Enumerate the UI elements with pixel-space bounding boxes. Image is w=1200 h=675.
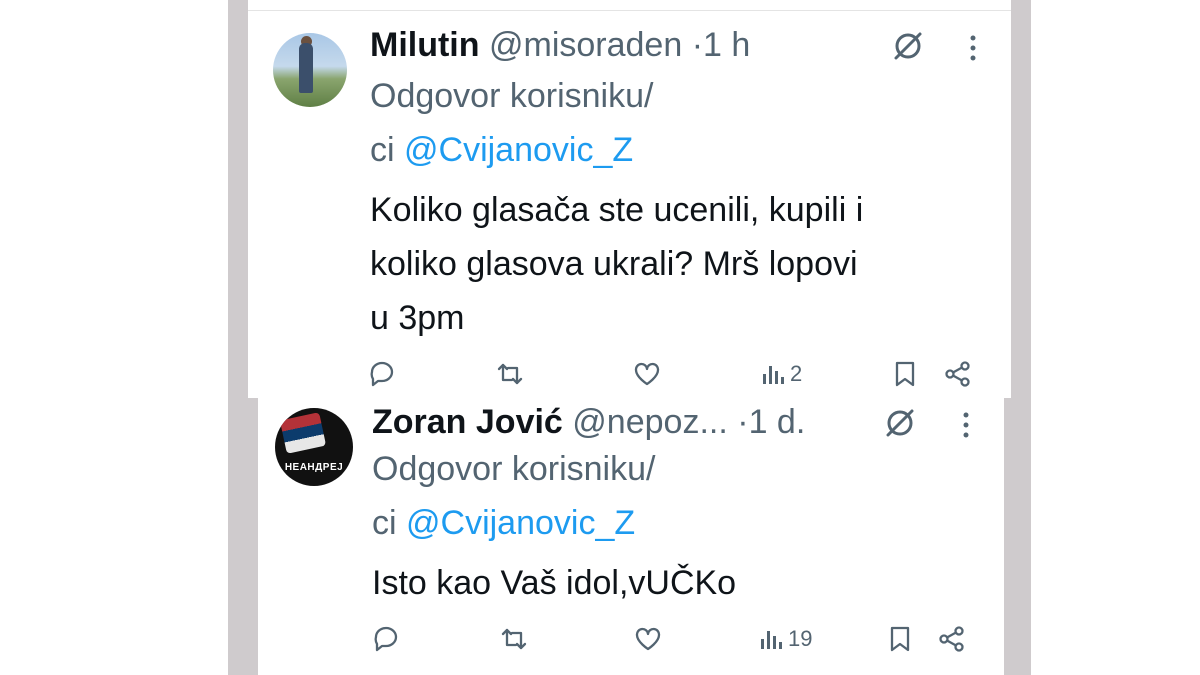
- share-icon[interactable]: [938, 622, 966, 656]
- views-button[interactable]: 19: [758, 622, 812, 656]
- like-icon[interactable]: [633, 357, 661, 391]
- tweet-header: Milutin @misoraden ·1 h: [370, 25, 750, 65]
- display-name[interactable]: Zoran Jović: [372, 403, 563, 441]
- display-name[interactable]: Milutin: [370, 26, 480, 64]
- mention-link[interactable]: @Cvijanovic_Z: [406, 504, 635, 542]
- retweet-icon[interactable]: [496, 357, 524, 391]
- reply-ci: ci: [372, 504, 406, 542]
- tweet[interactable]: Milutin @misoraden ·1 h Odgovor korisnik…: [248, 11, 1011, 398]
- bookmark-icon[interactable]: [891, 357, 919, 391]
- reply-context: Odgovor korisniku/ ci @Cvijanovic_Z: [372, 442, 655, 550]
- views-count: 19: [788, 626, 813, 651]
- reply-label: Odgovor korisniku/: [372, 450, 656, 488]
- reply-icon[interactable]: [368, 357, 396, 391]
- views-count: 2: [790, 361, 803, 386]
- tweet[interactable]: НЕАНДРЕЈ Zoran Jović @nepoz... ·1 d. Odg…: [258, 398, 1004, 675]
- user-handle[interactable]: @nepoz...: [572, 403, 728, 441]
- mention-link[interactable]: @Cvijanovic_Z: [404, 131, 633, 169]
- more-options-icon[interactable]: [961, 410, 971, 440]
- user-handle[interactable]: @misoraden: [489, 26, 682, 64]
- bookmark-icon[interactable]: [886, 622, 914, 656]
- reply-ci: ci: [370, 131, 404, 169]
- avatar[interactable]: [273, 33, 347, 107]
- timestamp[interactable]: 1 h: [703, 26, 750, 64]
- reply-context: Odgovor korisniku/ ci @Cvijanovic_Z: [370, 69, 653, 177]
- action-bar: 2: [368, 357, 988, 391]
- views-icon: [763, 366, 784, 384]
- reply-icon[interactable]: [372, 622, 400, 656]
- views-button[interactable]: 2: [760, 357, 802, 391]
- tweet-header: Zoran Jović @nepoz... ·1 d.: [372, 402, 805, 442]
- screenshot-frame-gap: [248, 398, 258, 675]
- retweet-icon[interactable]: [500, 622, 528, 656]
- tweet-text-line: u 3pm: [370, 299, 465, 337]
- avatar-caption: НЕАНДРЕЈ: [284, 462, 344, 473]
- action-bar: 19: [372, 622, 992, 656]
- reply-label: Odgovor korisniku/: [370, 77, 654, 115]
- separator: ·: [737, 403, 749, 441]
- screenshot-frame-left: [228, 0, 248, 675]
- like-icon[interactable]: [634, 622, 662, 656]
- views-icon: [761, 631, 782, 649]
- screenshot-frame-gap-right: [1004, 398, 1011, 675]
- tweet-text-line: Isto kao Vaš idol,vUČKo: [372, 564, 737, 602]
- share-icon[interactable]: [944, 357, 972, 391]
- tweet-text-line: koliko glasova ukrali? Mrš lopovi: [370, 245, 858, 283]
- timestamp[interactable]: 1 d.: [749, 403, 806, 441]
- grok-icon[interactable]: [891, 29, 925, 63]
- grok-icon[interactable]: [883, 406, 917, 440]
- tweet-text: Isto kao Vaš idol,vUČKo: [372, 556, 992, 610]
- avatar[interactable]: НЕАНДРЕЈ: [275, 408, 353, 486]
- screenshot-frame-right: [1011, 0, 1031, 675]
- more-options-icon[interactable]: [968, 33, 978, 63]
- separator: ·: [691, 26, 704, 64]
- tweet-text-line: Koliko glasača ste ucenili, kupili i: [370, 191, 864, 229]
- tweet-text: Koliko glasača ste ucenili, kupili i kol…: [370, 183, 990, 345]
